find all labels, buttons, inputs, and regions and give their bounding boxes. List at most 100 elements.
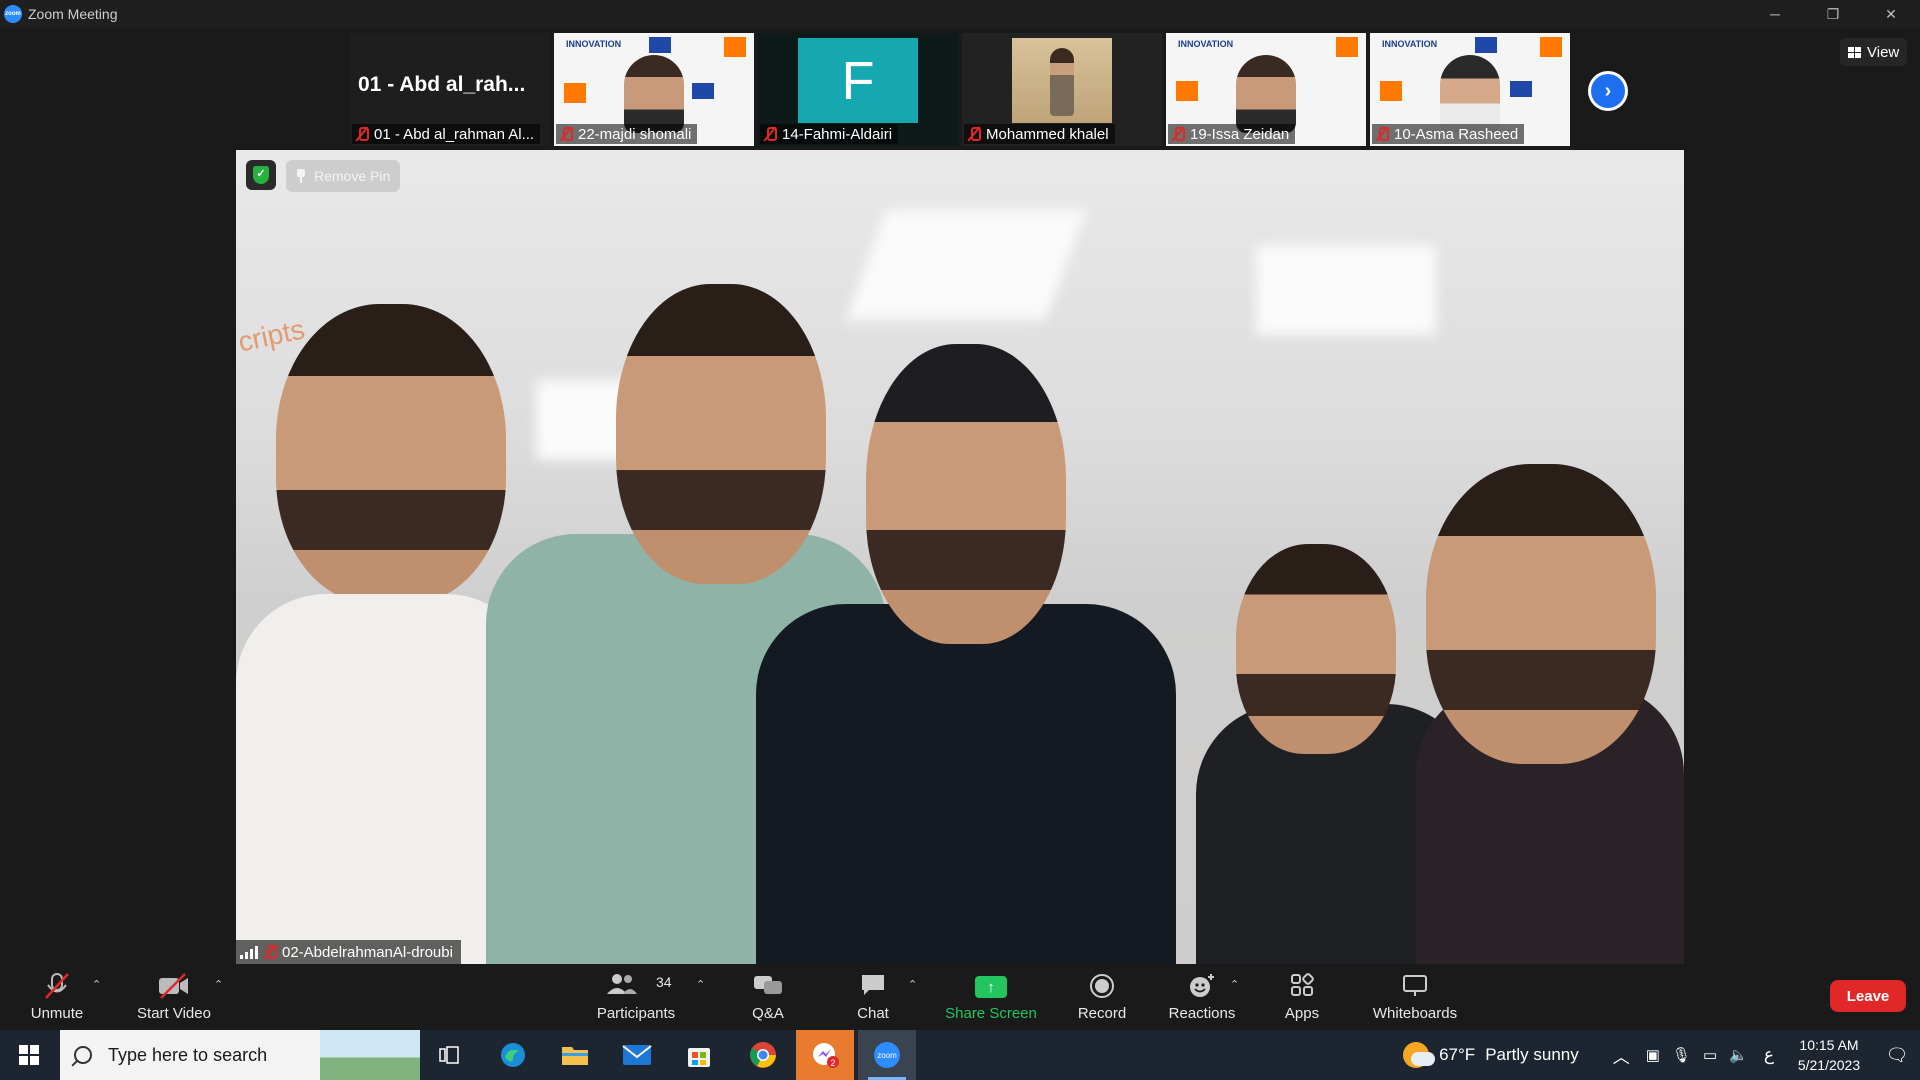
battery-icon[interactable]: ▭: [1703, 1046, 1717, 1064]
search-placeholder: Type here to search: [108, 1044, 268, 1065]
messenger-icon[interactable]: 2: [796, 1030, 854, 1080]
tile-label-text: 14-Fahmi-Aldairi: [782, 125, 893, 143]
taskbar-search[interactable]: Type here to search: [60, 1030, 420, 1080]
chevron-up-icon[interactable]: ︿: [1613, 1043, 1630, 1068]
mic-muted-icon: [1376, 126, 1389, 142]
mic-muted-icon: [264, 944, 277, 960]
tile-label-text: 10-Asma Rasheed: [1394, 125, 1519, 143]
restore-icon[interactable]: ❐: [1804, 0, 1862, 28]
apps-button[interactable]: Apps: [1284, 964, 1320, 1030]
chevron-up-icon[interactable]: ⌃: [696, 978, 705, 991]
weather-icon[interactable]: [1403, 1042, 1436, 1068]
weather-temp[interactable]: 67°F: [1439, 1045, 1475, 1065]
windows-icon: [19, 1045, 39, 1065]
weather-text[interactable]: Partly sunny: [1485, 1045, 1579, 1065]
tile-label: Mohammed khalel: [964, 124, 1115, 144]
tile-label-text: 22-majdi shomali: [578, 125, 692, 143]
app-icon-text: zoom: [5, 11, 21, 17]
microphone-icon[interactable]: 🎙: [1672, 1046, 1691, 1064]
notification-icon[interactable]: 🗨: [1874, 1045, 1920, 1066]
file-explorer-icon[interactable]: [546, 1030, 604, 1080]
share-screen-icon: ↑: [975, 976, 1007, 998]
security-shield-icon[interactable]: ✓: [246, 160, 276, 190]
mic-muted-icon: [968, 126, 981, 142]
remove-pin-label: Remove Pin: [314, 168, 391, 184]
participants-label: Participants: [596, 1005, 676, 1022]
title-bar: zoom Zoom Meeting ─ ❐ ✕: [0, 0, 1920, 28]
pinned-video[interactable]: cripts ✓ Remove Pin 02-AbdelrahmanAl-dro…: [236, 150, 1684, 964]
person: [756, 344, 1176, 964]
camera-icon[interactable]: ▣: [1646, 1046, 1660, 1064]
speaker-name: 02-AbdelrahmanAl-droubi: [282, 943, 453, 961]
gallery-tile-5[interactable]: INNOVATION 19-Issa Zeidan: [1166, 33, 1366, 146]
minimize-icon[interactable]: ─: [1746, 0, 1804, 28]
tile-label-text: 19-Issa Zeidan: [1190, 125, 1290, 143]
whiteboards-label: Whiteboards: [1372, 1005, 1458, 1022]
volume-icon[interactable]: 🔈: [1729, 1046, 1748, 1064]
pin-icon: [296, 169, 306, 183]
svg-text:zoom: zoom: [877, 1051, 897, 1060]
gallery-tile-3[interactable]: F 14-Fahmi-Aldairi: [758, 33, 958, 146]
participant-video: [1236, 55, 1296, 133]
tile-label-text: Mohammed khalel: [986, 125, 1109, 143]
participants-count: 34: [656, 974, 672, 990]
share-screen-label: Share Screen: [945, 1005, 1037, 1022]
whiteboards-button[interactable]: Whiteboards: [1370, 964, 1460, 1030]
signal-strength-icon: [240, 945, 258, 959]
unmute-button[interactable]: Unmute: [24, 964, 90, 1030]
task-view-icon[interactable]: [420, 1030, 478, 1080]
chevron-up-icon[interactable]: ⌃: [908, 978, 917, 991]
windows-taskbar: Type here to search 2 zoom 67°F Partly s…: [0, 1030, 1920, 1080]
chat-button[interactable]: Chat: [852, 964, 894, 1030]
remove-pin-button[interactable]: Remove Pin: [286, 160, 401, 192]
mic-muted-icon: [45, 973, 69, 999]
record-icon: [1090, 974, 1114, 998]
clock-date: 5/21/2023: [1797, 1057, 1861, 1073]
grid-icon: [1848, 46, 1861, 58]
profile-photo: [1012, 38, 1112, 123]
clock[interactable]: 10:15 AM 5/21/2023: [1784, 1035, 1874, 1075]
start-video-label: Start Video: [137, 1005, 211, 1022]
start-button[interactable]: [0, 1030, 58, 1080]
chevron-up-icon[interactable]: ⌃: [214, 978, 223, 991]
chevron-up-icon[interactable]: ⌃: [92, 978, 101, 991]
edge-icon[interactable]: [484, 1030, 542, 1080]
store-icon[interactable]: [670, 1030, 728, 1080]
participants-icon: [607, 974, 637, 994]
mic-muted-icon: [356, 126, 369, 142]
search-icon: [74, 1046, 92, 1064]
person: [1416, 464, 1684, 964]
share-screen-button[interactable]: ↑ Share Screen: [944, 964, 1038, 1030]
chrome-icon[interactable]: [734, 1030, 792, 1080]
record-label: Record: [1077, 1005, 1127, 1022]
view-button[interactable]: View: [1840, 38, 1908, 66]
participant-video: [1440, 55, 1500, 133]
close-icon[interactable]: ✕: [1862, 0, 1920, 28]
chat-icon: [862, 975, 884, 995]
next-page-button[interactable]: ›: [1588, 71, 1628, 111]
zoom-taskbar-icon[interactable]: zoom: [858, 1030, 916, 1080]
gallery-tile-6[interactable]: INNOVATION 10-Asma Rasheed: [1370, 33, 1570, 146]
chevron-up-icon[interactable]: ⌃: [1230, 978, 1239, 991]
tile-label-text: 01 - Abd al_rahman Al...: [374, 125, 535, 143]
speaker-label: 02-AbdelrahmanAl-droubi: [236, 940, 461, 964]
gallery-tile-4[interactable]: Mohammed khalel: [962, 33, 1162, 146]
gallery-tile-2[interactable]: INNOVATION 22-majdi shomali: [554, 33, 754, 146]
video-off-icon: [159, 973, 188, 999]
chevron-right-icon: ›: [1591, 74, 1625, 108]
gallery-strip: 01 - Abd al_rah... 01 - Abd al_rahman Al…: [0, 28, 1920, 150]
language-indicator[interactable]: ع: [1764, 1045, 1774, 1065]
meeting-toolbar: Unmute ⌃ Start Video ⌃ Participants 34 ⌃…: [0, 964, 1920, 1030]
clock-time: 10:15 AM: [1799, 1037, 1859, 1053]
leave-button[interactable]: Leave: [1830, 980, 1906, 1012]
qa-button[interactable]: Q&A: [746, 964, 790, 1030]
whiteboard-icon: [1403, 975, 1427, 996]
apps-icon: [1291, 973, 1314, 996]
record-button[interactable]: Record: [1076, 964, 1128, 1030]
mic-muted-icon: [560, 126, 573, 142]
tile-label: 22-majdi shomali: [556, 124, 698, 144]
mail-icon[interactable]: [608, 1030, 666, 1080]
gallery-tile-1[interactable]: 01 - Abd al_rah... 01 - Abd al_rahman Al…: [350, 33, 550, 146]
reactions-button[interactable]: Reactions: [1168, 964, 1236, 1030]
start-video-button[interactable]: Start Video: [132, 964, 216, 1030]
